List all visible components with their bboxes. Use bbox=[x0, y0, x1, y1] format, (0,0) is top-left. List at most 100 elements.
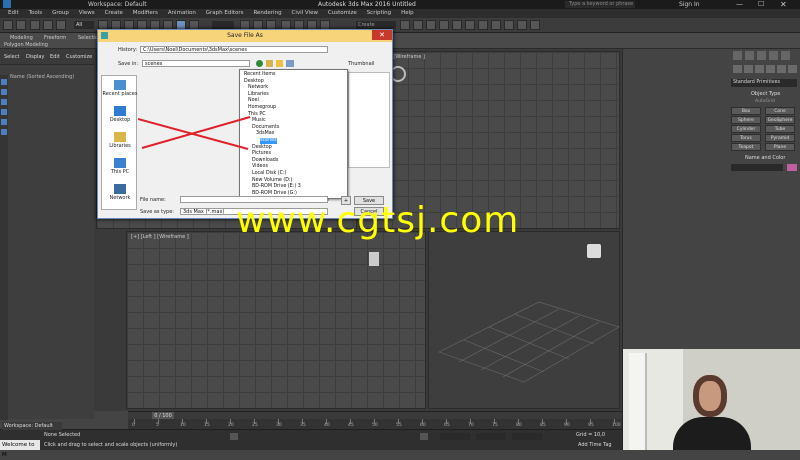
absolute-mode-icon[interactable] bbox=[420, 433, 428, 440]
save-in-location-item[interactable]: 3dsMax bbox=[256, 131, 275, 137]
viewport-perspective[interactable] bbox=[428, 231, 620, 409]
place-this-pc[interactable]: This PC bbox=[102, 158, 138, 175]
workspace-selector[interactable]: Workspace: Default bbox=[88, 0, 147, 9]
scene-explorer-select-menu[interactable]: Select bbox=[4, 54, 19, 60]
place-recent[interactable]: Recent places bbox=[102, 80, 138, 97]
schematic-view-icon[interactable] bbox=[465, 20, 475, 30]
search-input[interactable]: Type a keyword or phrase bbox=[565, 1, 635, 8]
save-in-location-item[interactable]: Desktop bbox=[244, 79, 264, 85]
menu-edit[interactable]: Edit bbox=[8, 9, 19, 18]
save-in-location-item[interactable]: New Volume (D:) bbox=[252, 178, 292, 184]
save-in-location-item[interactable]: Downloads bbox=[252, 158, 278, 164]
menu-graph-editors[interactable]: Graph Editors bbox=[206, 9, 244, 18]
z-coordinate-field[interactable] bbox=[512, 433, 542, 440]
menu-customize[interactable]: Customize bbox=[328, 9, 357, 18]
plane-button[interactable]: Plane bbox=[765, 143, 795, 151]
save-in-location-item[interactable]: Recent Items bbox=[244, 72, 276, 78]
undo-icon[interactable] bbox=[3, 20, 13, 30]
helpers-icon[interactable] bbox=[777, 65, 786, 73]
place-network[interactable]: Network bbox=[102, 184, 138, 201]
up-folder-icon[interactable] bbox=[266, 60, 273, 67]
bind-space-warp-icon[interactable] bbox=[56, 20, 66, 30]
teapot-button[interactable]: Teapot bbox=[731, 143, 761, 151]
tab-freeform[interactable]: Freeform bbox=[44, 35, 66, 42]
object-type-header[interactable]: Object Type bbox=[751, 91, 780, 97]
cameras-icon[interactable] bbox=[766, 65, 775, 73]
object-name-input[interactable] bbox=[731, 164, 783, 171]
close-icon[interactable]: ✕ bbox=[780, 0, 787, 9]
menu-animation[interactable]: Animation bbox=[168, 9, 196, 18]
menu-help[interactable]: Help bbox=[401, 9, 414, 18]
new-folder-icon[interactable] bbox=[276, 60, 283, 67]
viewcube-icon[interactable] bbox=[587, 244, 601, 258]
shapes-icon[interactable] bbox=[744, 65, 753, 73]
display-cameras-icon[interactable] bbox=[1, 119, 7, 125]
display-tab-icon[interactable] bbox=[781, 51, 790, 60]
ribbon-toggle-icon[interactable] bbox=[439, 20, 449, 30]
layer-explorer-icon[interactable] bbox=[426, 20, 436, 30]
selection-set-dropdown[interactable]: Create Selection Se bbox=[356, 21, 396, 36]
systems-icon[interactable] bbox=[788, 65, 797, 73]
sign-in-link[interactable]: Sign In bbox=[679, 0, 700, 9]
save-in-location-item[interactable]: Libraries bbox=[248, 92, 269, 98]
save-in-location-item[interactable]: Homegroup bbox=[248, 105, 276, 111]
scene-explorer-customize-menu[interactable]: Customize bbox=[66, 54, 92, 60]
name-color-header[interactable]: Name and Color bbox=[745, 155, 785, 161]
maximize-icon[interactable]: ☐ bbox=[758, 0, 764, 9]
menu-rendering[interactable]: Rendering bbox=[253, 9, 281, 18]
menu-group[interactable]: Group bbox=[52, 9, 69, 18]
viewcube-icon[interactable] bbox=[369, 252, 379, 266]
render-setup-icon[interactable] bbox=[491, 20, 501, 30]
x-coordinate-field[interactable] bbox=[440, 433, 470, 440]
hierarchy-tab-icon[interactable] bbox=[757, 51, 766, 60]
pyramid-button[interactable]: Pyramid bbox=[765, 134, 795, 142]
torus-button[interactable]: Torus bbox=[731, 134, 761, 142]
material-editor-icon[interactable] bbox=[478, 20, 488, 30]
app-logo-icon[interactable] bbox=[3, 0, 11, 8]
mirror-icon[interactable] bbox=[400, 20, 410, 30]
save-in-location-item[interactable]: Noel bbox=[248, 98, 259, 104]
redo-icon[interactable] bbox=[16, 20, 26, 30]
create-tab-icon[interactable] bbox=[733, 51, 742, 60]
workspace-status[interactable]: Workspace: Default bbox=[2, 422, 62, 430]
lights-icon[interactable] bbox=[755, 65, 764, 73]
scene-explorer-display-menu[interactable]: Display bbox=[26, 54, 44, 60]
cone-button[interactable]: Cone bbox=[765, 107, 795, 115]
motion-tab-icon[interactable] bbox=[769, 51, 778, 60]
maxscript-listener[interactable]: Welcome to M bbox=[0, 440, 40, 458]
modify-tab-icon[interactable] bbox=[745, 51, 754, 60]
place-libraries[interactable]: Libraries bbox=[102, 132, 138, 149]
object-color-swatch[interactable] bbox=[787, 164, 797, 171]
display-helpers-icon[interactable] bbox=[1, 129, 7, 135]
sphere-button[interactable]: Sphere bbox=[731, 116, 761, 124]
menu-views[interactable]: Views bbox=[79, 9, 95, 18]
curve-editor-icon[interactable] bbox=[452, 20, 462, 30]
save-in-location-item[interactable]: Local Disk (C:) bbox=[252, 171, 287, 177]
y-coordinate-field[interactable] bbox=[476, 433, 506, 440]
align-icon[interactable] bbox=[413, 20, 423, 30]
viewport-left[interactable]: [+] [Left ] [Wireframe ] bbox=[126, 231, 426, 409]
track-bar[interactable]: 0 5 10 15 20 25 30 35 40 45 50 55 60 65 70 75 80 85 90 95 10… bbox=[128, 419, 622, 429]
render-production-icon[interactable] bbox=[517, 20, 527, 30]
save-in-dropdown[interactable]: scenes bbox=[142, 60, 250, 67]
selection-filter-dropdown[interactable]: All bbox=[74, 21, 94, 29]
rendered-frame-icon[interactable] bbox=[504, 20, 514, 30]
back-icon[interactable] bbox=[256, 60, 263, 67]
display-none-icon[interactable] bbox=[1, 79, 7, 85]
menu-civil-view[interactable]: Civil View bbox=[291, 9, 317, 18]
render-iterative-icon[interactable] bbox=[530, 20, 540, 30]
display-lights-icon[interactable] bbox=[1, 109, 7, 115]
lock-selection-icon[interactable] bbox=[230, 433, 238, 440]
geometry-icon[interactable] bbox=[733, 65, 742, 73]
geosphere-button[interactable]: GeoSphere bbox=[765, 116, 795, 124]
scene-explorer-edit-menu[interactable]: Edit bbox=[50, 54, 60, 60]
save-in-location-item[interactable]: Network bbox=[248, 85, 268, 91]
viewport-left-label[interactable]: [+] [Left ] [Wireframe ] bbox=[131, 234, 189, 240]
primitive-type-dropdown[interactable]: Standard Primitives bbox=[731, 79, 797, 87]
menu-modifiers[interactable]: Modifiers bbox=[133, 9, 158, 18]
tab-modeling[interactable]: Modeling bbox=[10, 35, 33, 42]
cylinder-button[interactable]: Cylinder bbox=[731, 125, 761, 133]
unlink-icon[interactable] bbox=[43, 20, 53, 30]
save-in-location-item[interactable]: BD-ROM Drive (E:) 3 bbox=[252, 184, 301, 190]
view-menu-icon[interactable] bbox=[286, 60, 294, 67]
